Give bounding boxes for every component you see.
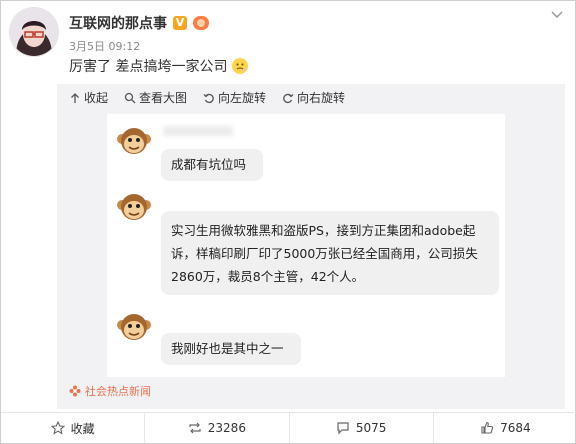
collapse-label: 收起 — [84, 91, 109, 105]
chat-bubble-1: 成都有坑位吗 — [161, 149, 263, 181]
image-toolbar: 收起 查看大图 向左旋转 向右旋转 — [69, 89, 345, 106]
comment-icon — [337, 422, 349, 435]
favorite-button[interactable]: 收藏 — [1, 413, 146, 443]
member-badge-icon — [193, 16, 209, 30]
image-viewer-panel: 收起 查看大图 向左旋转 向右旋转 成都有坑位吗 实习生用微软雅黑和盗版PS，接… — [57, 84, 565, 409]
magnifier-icon — [124, 92, 136, 103]
blurred-username — [163, 126, 233, 136]
author-row: 互联网的那点事 V — [69, 13, 209, 33]
rotate-right-icon — [283, 93, 294, 103]
like-count: 7684 — [500, 421, 531, 435]
rotate-right-label: 向右旋转 — [297, 91, 346, 105]
emoji-icon — [232, 58, 249, 74]
repost-icon — [189, 422, 201, 434]
repost-button[interactable]: 23286 — [145, 413, 290, 443]
comment-count: 5075 — [355, 421, 387, 435]
comment-button[interactable]: 5075 — [290, 413, 434, 443]
thumbs-up-icon — [481, 421, 494, 434]
rotate-left-icon — [203, 93, 214, 103]
like-button[interactable]: 7684 — [434, 413, 576, 443]
source-topic-label: 社会热点新闻 — [85, 385, 151, 398]
author-avatar[interactable] — [9, 7, 59, 57]
rotate-left-button[interactable]: 向左旋转 — [203, 89, 266, 106]
chat-bubble-text: 成都有坑位吗 — [171, 157, 247, 172]
author-name[interactable]: 互联网的那点事 — [69, 13, 167, 33]
chat-screenshot-image[interactable]: 成都有坑位吗 实习生用微软雅黑和盗版PS，接到方正集团和adobe起 诉，样稿印… — [107, 114, 505, 377]
monkey-avatar-icon — [117, 128, 151, 154]
chat-bubble-3: 我刚好也是其中之一 — [161, 333, 301, 365]
chat-bubble-text: 实习生用微软雅黑和盗版PS，接到方正集团和adobe起 — [171, 223, 476, 238]
chevron-down-icon[interactable] — [549, 9, 565, 21]
view-large-button[interactable]: 查看大图 — [124, 89, 187, 106]
view-large-label: 查看大图 — [139, 91, 188, 105]
chat-bubble-text: 诉，样稿印刷厂印了5000万张已经全国商用，公司损失 — [171, 246, 478, 261]
collapse-button[interactable]: 收起 — [69, 89, 108, 106]
chat-bubble-2: 实习生用微软雅黑和盗版PS，接到方正集团和adobe起 诉，样稿印刷厂印了500… — [161, 211, 499, 295]
verified-badge-icon: V — [173, 16, 187, 30]
action-bar: 收藏 23286 5075 7684 — [1, 412, 576, 443]
favorite-label: 收藏 — [70, 421, 95, 436]
post-content: 厉害了 差点搞垮一家公司 — [69, 56, 249, 76]
flower-icon — [69, 385, 81, 397]
rotate-left-label: 向左旋转 — [218, 91, 267, 105]
post-text: 厉害了 差点搞垮一家公司 — [69, 59, 228, 75]
chat-bubble-text: 我刚好也是其中之一 — [171, 341, 284, 356]
arrow-up-icon — [71, 92, 79, 103]
monkey-avatar-icon — [117, 194, 151, 220]
star-icon — [50, 421, 65, 435]
monkey-avatar-icon — [117, 314, 151, 340]
rotate-right-button[interactable]: 向右旋转 — [282, 89, 345, 106]
weibo-post-card: 互联网的那点事 V 3月5日 09:12 厉害了 差点搞垮一家公司 收起 查看大… — [0, 0, 576, 444]
source-topic[interactable]: 社会热点新闻 — [69, 383, 151, 399]
post-time[interactable]: 3月5日 09:12 — [69, 38, 140, 54]
chat-bubble-text: 2860万，裁员8个主管，42个人。 — [171, 269, 365, 284]
repost-count: 23286 — [207, 421, 246, 435]
